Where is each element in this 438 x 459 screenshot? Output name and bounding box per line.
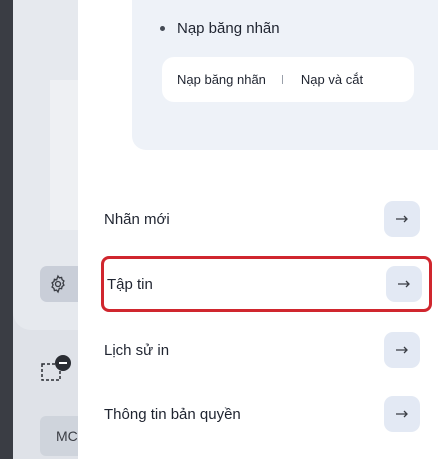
arrow-right-icon [398, 280, 410, 288]
menu-sheet: Nạp băng nhãn Nạp băng nhãn Nạp và cắt N… [78, 0, 438, 459]
settings-button[interactable] [40, 266, 78, 302]
menu-item-label: Nhãn mới [104, 210, 170, 228]
feed-mode-segmented-control: Nạp băng nhãn Nạp và cắt [162, 57, 414, 102]
arrow-button[interactable] [384, 332, 420, 368]
menu-item-new-label[interactable]: Nhãn mới [92, 194, 432, 244]
menu-item-label: Tập tin [107, 275, 153, 293]
background-panel: MC [0, 0, 78, 459]
arrow-button[interactable] [384, 396, 420, 432]
arrow-right-icon [396, 346, 408, 354]
print-options-card: Nạp băng nhãn Nạp băng nhãn Nạp và cắt [132, 0, 438, 150]
arrow-right-icon [396, 215, 408, 223]
menu-item-print-history[interactable]: Lịch sử in [92, 325, 432, 375]
feed-option-label: Nạp băng nhãn [177, 20, 280, 37]
segment-divider [281, 75, 283, 84]
menu-item-files[interactable]: Tập tin [101, 256, 432, 312]
bullet-dot [160, 26, 165, 31]
arrow-button[interactable] [384, 201, 420, 237]
feed-option-row: Nạp băng nhãn [160, 20, 280, 37]
arrow-right-icon [396, 410, 408, 418]
add-frame-icon[interactable] [40, 354, 78, 384]
menu-item-label: Thông tin bản quyền [104, 405, 241, 423]
segment-feed-label[interactable]: Nạp băng nhãn [177, 72, 266, 87]
menu-item-label: Lịch sử in [104, 341, 170, 359]
arrow-button[interactable] [386, 266, 422, 302]
window-edge [0, 0, 13, 459]
background-preview [50, 80, 78, 230]
gear-icon [51, 274, 65, 294]
menu-item-copyright-info[interactable]: Thông tin bản quyền [92, 389, 432, 439]
segment-feed-and-cut[interactable]: Nạp và cắt [301, 72, 363, 87]
background-chip: MC [40, 416, 78, 456]
